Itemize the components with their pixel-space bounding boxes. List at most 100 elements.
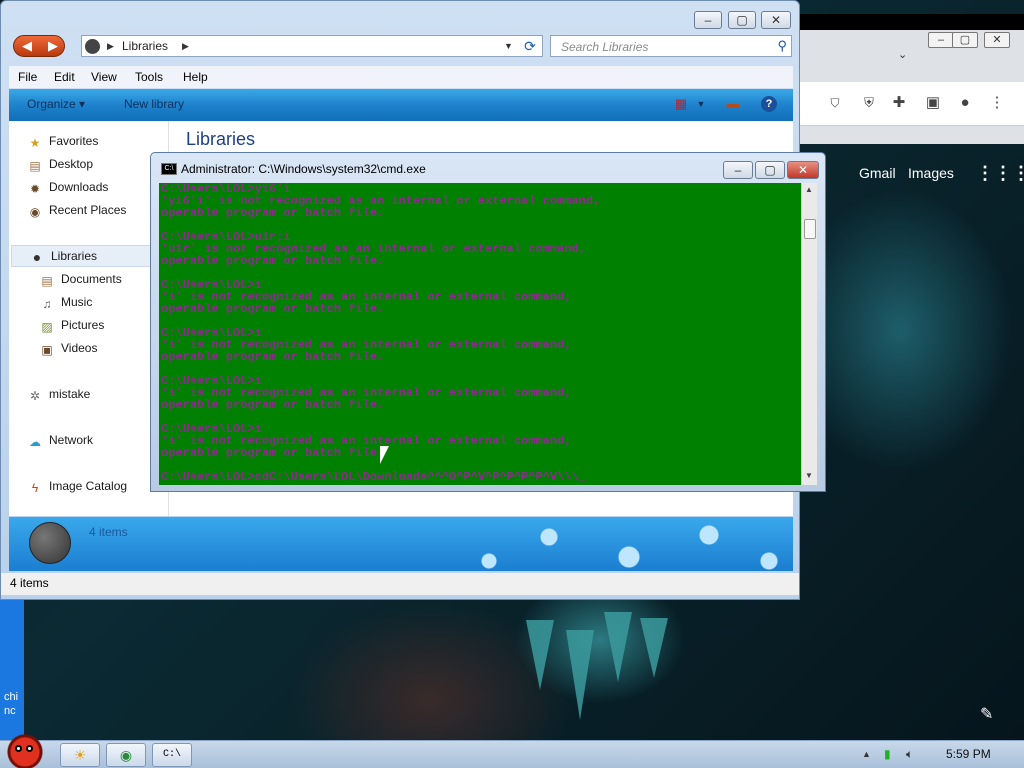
- explorer-close-button[interactable]: ✕: [761, 11, 791, 29]
- downloads-icon: ✹: [29, 182, 41, 196]
- homegroup-icon: ✲: [29, 389, 41, 403]
- browser-minimize-button[interactable]: –: [928, 32, 954, 48]
- nav-label: Recent Places: [49, 203, 127, 217]
- wallpaper-decor: [640, 618, 668, 678]
- console-line: operable program or batch file.: [161, 206, 385, 220]
- cmd-scrollbar[interactable]: ▲ ▼: [801, 183, 817, 485]
- menu-help[interactable]: Help: [183, 70, 208, 84]
- explorer-maximize-button[interactable]: ▢: [728, 11, 756, 29]
- view-options-icon[interactable]: ▦: [673, 96, 689, 112]
- extension-flag-icon[interactable]: [862, 94, 880, 112]
- nav-item-libraries[interactable]: ● Libraries: [29, 249, 97, 267]
- cmd-window[interactable]: C:\ Administrator: C:\Windows\system32\c…: [150, 152, 826, 492]
- menu-file[interactable]: File: [18, 70, 37, 84]
- back-arrow-icon[interactable]: ◀: [14, 36, 40, 56]
- pictures-icon: ▨: [41, 320, 53, 334]
- nav-item-downloads[interactable]: ✹ Downloads: [27, 180, 108, 198]
- breadcrumb[interactable]: Libraries: [122, 39, 168, 53]
- details-pane: 4 items: [9, 517, 793, 571]
- nav-item-music[interactable]: ♫ Music: [39, 295, 93, 313]
- cmd-close-button[interactable]: ✕: [787, 161, 819, 179]
- scroll-up-icon[interactable]: ▲: [805, 185, 813, 194]
- explorer-minimize-button[interactable]: –: [694, 11, 722, 29]
- volume-icon[interactable]: 🔈︎: [906, 747, 913, 762]
- documents-icon: ▤: [41, 274, 53, 288]
- ublock-extension-icon[interactable]: ⛉: [826, 94, 844, 112]
- browser-window[interactable]: ⌄ – ▢ ✕ ⛉ ⛨ ✚ ▣ ● ⋮: [790, 14, 1024, 144]
- nav-item-mistake[interactable]: ✲ mistake: [27, 387, 90, 405]
- menu-edit[interactable]: Edit: [54, 70, 75, 84]
- breadcrumb-caret-icon[interactable]: ▶: [107, 41, 114, 52]
- nav-label: Image Catalog: [49, 479, 128, 493]
- status-item-count: 4 items: [10, 576, 49, 590]
- tab-list-chevron-icon[interactable]: ⌄: [898, 48, 907, 61]
- nav-label: Downloads: [49, 180, 109, 194]
- nav-item-desktop[interactable]: ▤ Desktop: [27, 157, 93, 175]
- cmd-app-icon: C:\: [161, 163, 177, 175]
- browser-maximize-button[interactable]: ▢: [952, 32, 978, 48]
- nav-item-documents[interactable]: ▤ Documents: [39, 272, 121, 290]
- new-library-button[interactable]: New library: [124, 97, 184, 111]
- search-input[interactable]: Search Libraries: [561, 40, 648, 54]
- nav-item-image-catalog[interactable]: ϟ Image Catalog: [27, 479, 127, 497]
- nav-item-recent-places[interactable]: ◉ Recent Places: [27, 203, 127, 221]
- nav-label: Pictures: [61, 318, 105, 332]
- nav-item-favorites[interactable]: ★ Favorites: [27, 134, 99, 152]
- pencil-icon[interactable]: ✎: [980, 704, 993, 724]
- apps-grid-icon[interactable]: ⋮⋮⋮: [976, 162, 1024, 184]
- organize-button[interactable]: Organize ▾: [27, 97, 85, 111]
- nav-arrows: ◀ ▶: [13, 35, 65, 57]
- menu-bar: File Edit View Tools Help: [9, 66, 793, 88]
- extensions-puzzle-icon[interactable]: ✚: [890, 94, 908, 112]
- battery-icon[interactable]: ▮: [884, 747, 891, 761]
- details-item-count: 4 items: [89, 525, 128, 539]
- taskbar-clock[interactable]: 5:59 PM: [946, 747, 991, 761]
- libraries-icon: ●: [32, 249, 42, 265]
- tray-expand-icon[interactable]: ▲: [862, 749, 871, 759]
- taskbar-chrome-icon[interactable]: ◉: [106, 743, 146, 767]
- nav-label: Videos: [61, 341, 98, 355]
- gmail-link[interactable]: Gmail: [859, 165, 896, 181]
- images-link[interactable]: Images: [908, 165, 954, 181]
- help-icon[interactable]: ?: [761, 96, 777, 112]
- preview-pane-icon[interactable]: ▬: [725, 96, 741, 112]
- scroll-thumb[interactable]: [804, 219, 816, 239]
- desktop-icon-label[interactable]: chi nc: [4, 690, 18, 718]
- star-icon: ★: [29, 136, 41, 150]
- cmd-maximize-button[interactable]: ▢: [755, 161, 785, 179]
- nav-label: Favorites: [49, 134, 99, 148]
- nav-label: Music: [61, 295, 93, 309]
- taskbar: ☀ ◉ C:\ ▲ ▮ 🔈︎ 5:59 PM: [0, 731, 1024, 768]
- profile-avatar-icon[interactable]: ●: [956, 94, 974, 112]
- scroll-down-icon[interactable]: ▼: [805, 471, 813, 480]
- breadcrumb-caret-icon[interactable]: ▶: [182, 41, 189, 52]
- address-bar[interactable]: ▶ Libraries ▶ ▼: [81, 35, 543, 57]
- start-button[interactable]: [2, 731, 48, 768]
- mouse-cursor-icon: [380, 446, 389, 464]
- videos-icon: ▣: [41, 343, 53, 357]
- page-title: Libraries: [186, 129, 256, 149]
- nav-label: Desktop: [49, 157, 94, 171]
- search-icon[interactable]: ⚲: [777, 38, 787, 54]
- console-output[interactable]: C:\Users\LOL>yi6'i'yi6'i' is not recogni…: [159, 183, 801, 485]
- nav-item-network[interactable]: ☁ Network: [27, 433, 93, 451]
- menu-view[interactable]: View: [91, 70, 117, 84]
- console-text: C:\Users\LOL>yi6'i'yi6'i' is not recogni…: [161, 183, 600, 483]
- side-panel-icon[interactable]: ▣: [924, 94, 942, 112]
- forward-arrow-icon[interactable]: ▶: [40, 36, 66, 56]
- cmd-minimize-button[interactable]: –: [723, 161, 753, 179]
- search-box[interactable]: Search Libraries ⚲: [550, 35, 792, 57]
- nav-item-pictures[interactable]: ▨ Pictures: [39, 318, 104, 336]
- wallpaper-decor: [604, 612, 632, 682]
- taskbar-cmd-icon[interactable]: C:\: [152, 743, 192, 767]
- refresh-icon[interactable]: ⟳: [519, 36, 541, 56]
- taskbar-explorer-button[interactable]: ☀: [60, 743, 100, 767]
- menu-tools[interactable]: Tools: [135, 70, 163, 84]
- music-icon: ♫: [42, 297, 52, 311]
- address-dropdown-icon[interactable]: ▼: [504, 41, 513, 51]
- libraries-globe-icon: [85, 39, 100, 54]
- browser-menu-icon[interactable]: ⋮: [988, 94, 1006, 112]
- nav-item-videos[interactable]: ▣ Videos: [39, 341, 97, 359]
- browser-close-button[interactable]: ✕: [984, 32, 1010, 48]
- view-dropdown-icon[interactable]: ▼: [693, 96, 709, 112]
